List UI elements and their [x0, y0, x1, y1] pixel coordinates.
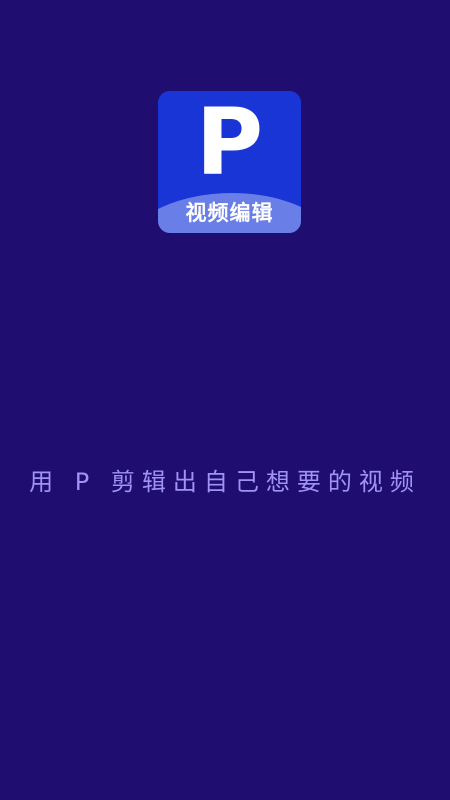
app-logo-letter: P [195, 91, 264, 196]
app-logo-icon: P 视频编辑 [158, 91, 301, 233]
splash-slogan: 用 P 剪辑出自己想要的视频 [29, 468, 421, 496]
app-logo-label: 视频编辑 [185, 201, 274, 225]
splash-screen: P 视频编辑 用 P 剪辑出自己想要的视频 [0, 0, 450, 800]
